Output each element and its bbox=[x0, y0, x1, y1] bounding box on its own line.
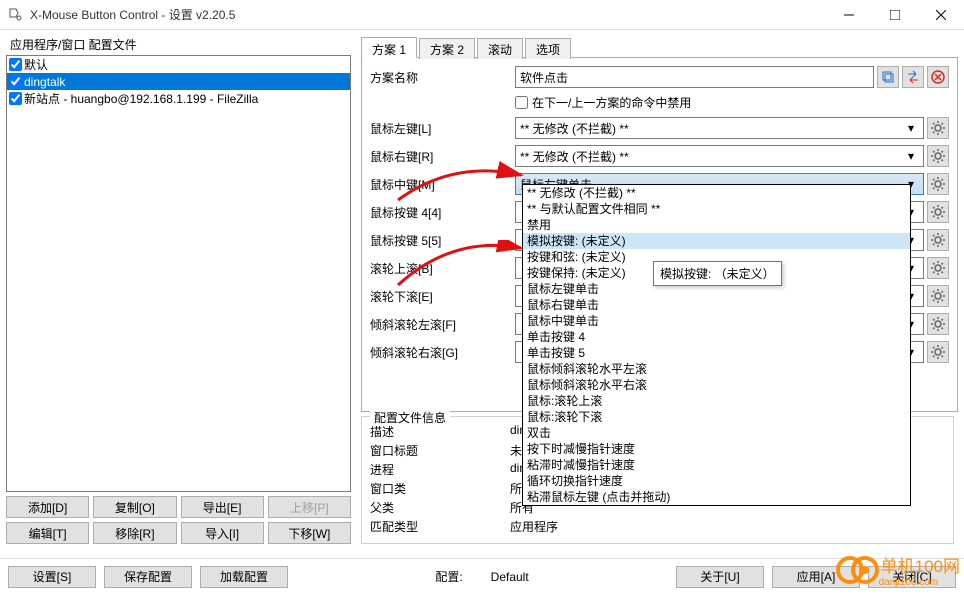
profile-label: 默认 bbox=[24, 56, 48, 73]
mouse-label-4: 鼠标按键 5[5] bbox=[370, 232, 515, 249]
config-value: Default bbox=[491, 570, 529, 584]
dropdown-item[interactable]: 双击 bbox=[523, 425, 910, 441]
gear-icon[interactable] bbox=[927, 257, 949, 279]
info-label: 窗口标题 bbox=[370, 442, 510, 459]
gear-icon[interactable] bbox=[927, 313, 949, 335]
moveup-button[interactable]: 上移[P] bbox=[268, 496, 351, 518]
mouse-combo-0[interactable]: ** 无修改 (不拦截) **▾ bbox=[515, 117, 924, 139]
gear-icon[interactable] bbox=[927, 173, 949, 195]
disable-in-next-prev-label: 在下一/上一方案的命令中禁用 bbox=[532, 94, 691, 111]
mouse-combo-1[interactable]: ** 无修改 (不拦截) **▾ bbox=[515, 145, 924, 167]
titlebar: X-Mouse Button Control - 设置 v2.20.5 bbox=[0, 0, 964, 30]
mouse-label-5: 滚轮上滚[B] bbox=[370, 260, 515, 277]
import-button[interactable]: 导入[I] bbox=[181, 522, 264, 544]
dropdown-item[interactable]: 循环切换指针速度 bbox=[523, 473, 910, 489]
dropdown-item[interactable]: 鼠标右键单击 bbox=[523, 297, 910, 313]
tab-3[interactable]: 选项 bbox=[525, 38, 571, 59]
mouse-label-8: 倾斜滚轮右滚[G] bbox=[370, 344, 515, 361]
profile-item[interactable]: 新站点 - huangbo@192.168.1.199 - FileZilla bbox=[7, 90, 350, 107]
dropdown-item[interactable]: 按下时减慢指针速度 bbox=[523, 441, 910, 457]
profile-info-legend: 配置文件信息 bbox=[370, 409, 450, 426]
info-label: 窗口类 bbox=[370, 480, 510, 497]
delete-scheme-icon[interactable] bbox=[927, 66, 949, 88]
copy-scheme-icon[interactable] bbox=[877, 66, 899, 88]
add-button[interactable]: 添加[D] bbox=[6, 496, 89, 518]
settings-button[interactable]: 设置[S] bbox=[8, 566, 96, 588]
edit-button[interactable]: 编辑[T] bbox=[6, 522, 89, 544]
gear-icon[interactable] bbox=[927, 341, 949, 363]
tab-2[interactable]: 滚动 bbox=[477, 38, 523, 59]
profile-checkbox[interactable] bbox=[9, 75, 22, 88]
profile-item[interactable]: 默认 bbox=[7, 56, 350, 73]
tab-1[interactable]: 方案 2 bbox=[419, 38, 475, 59]
disable-in-next-prev-checkbox[interactable] bbox=[515, 96, 528, 109]
dropdown-item[interactable]: 模拟按键: (未定义) bbox=[523, 233, 910, 249]
gear-icon[interactable] bbox=[927, 201, 949, 223]
swap-scheme-icon[interactable] bbox=[902, 66, 924, 88]
maximize-button[interactable] bbox=[872, 0, 918, 30]
info-value: 应用程序 bbox=[510, 518, 945, 535]
gear-icon[interactable] bbox=[927, 285, 949, 307]
info-label: 进程 bbox=[370, 461, 510, 478]
tooltip: 模拟按键: （未定义） bbox=[653, 261, 782, 286]
dropdown-item[interactable]: 单击按键 5 bbox=[523, 345, 910, 361]
dropdown-item[interactable]: 禁用 bbox=[523, 217, 910, 233]
gear-icon[interactable] bbox=[927, 229, 949, 251]
dropdown-list[interactable]: ** 无修改 (不拦截) **** 与默认配置文件相同 **禁用模拟按键: (未… bbox=[522, 184, 911, 506]
copy-button[interactable]: 复制[O] bbox=[93, 496, 176, 518]
dropdown-item[interactable]: 鼠标倾斜滚轮水平右滚 bbox=[523, 377, 910, 393]
dropdown-item[interactable]: 粘滞鼠标左键 (点击并拖动) bbox=[523, 489, 910, 505]
info-label: 匹配类型 bbox=[370, 518, 510, 535]
dropdown-item[interactable]: 鼠标中键单击 bbox=[523, 313, 910, 329]
scheme-name-input[interactable] bbox=[515, 66, 874, 88]
close-dialog-button[interactable]: 关闭[C] bbox=[868, 566, 956, 588]
about-button[interactable]: 关于[U] bbox=[676, 566, 764, 588]
mouse-label-0: 鼠标左键[L] bbox=[370, 120, 515, 137]
load-config-button[interactable]: 加载配置 bbox=[200, 566, 288, 588]
mouse-label-3: 鼠标按键 4[4] bbox=[370, 204, 515, 221]
profile-item[interactable]: dingtalk bbox=[7, 73, 350, 90]
dropdown-item[interactable]: 单击按键 4 bbox=[523, 329, 910, 345]
close-button[interactable] bbox=[918, 0, 964, 30]
gear-icon[interactable] bbox=[927, 117, 949, 139]
tabs: 方案 1方案 2滚动选项 bbox=[361, 36, 958, 58]
info-label: 父类 bbox=[370, 499, 510, 516]
profile-label: dingtalk bbox=[24, 75, 65, 89]
mouse-label-2: 鼠标中键[M] bbox=[370, 176, 515, 193]
scheme-name-label: 方案名称 bbox=[370, 69, 515, 86]
combo-text: ** 无修改 (不拦截) ** bbox=[520, 148, 903, 165]
bottom-bar: 设置[S] 保存配置 加载配置 配置: Default 关于[U] 应用[A] … bbox=[0, 558, 964, 594]
profile-list[interactable]: 默认 dingtalk新站点 - huangbo@192.168.1.199 - … bbox=[6, 55, 351, 492]
export-button[interactable]: 导出[E] bbox=[181, 496, 264, 518]
minimize-button[interactable] bbox=[826, 0, 872, 30]
profile-checkbox[interactable] bbox=[9, 58, 22, 71]
dropdown-item[interactable]: ** 与默认配置文件相同 ** bbox=[523, 201, 910, 217]
mouse-label-1: 鼠标右键[R] bbox=[370, 148, 515, 165]
app-icon bbox=[8, 7, 24, 23]
dropdown-item[interactable]: 粘滞时减慢指针速度 bbox=[523, 457, 910, 473]
mouse-label-7: 倾斜滚轮左滚[F] bbox=[370, 316, 515, 333]
movedown-button[interactable]: 下移[W] bbox=[268, 522, 351, 544]
config-label: 配置: bbox=[435, 568, 462, 585]
remove-button[interactable]: 移除[R] bbox=[93, 522, 176, 544]
window-title: X-Mouse Button Control - 设置 v2.20.5 bbox=[30, 6, 826, 23]
apply-button[interactable]: 应用[A] bbox=[772, 566, 860, 588]
profile-label: 新站点 - huangbo@192.168.1.199 - FileZilla bbox=[24, 90, 258, 107]
dropdown-item[interactable]: 鼠标:滚轮下滚 bbox=[523, 409, 910, 425]
combo-text: ** 无修改 (不拦截) ** bbox=[520, 120, 903, 137]
dropdown-item[interactable]: 鼠标倾斜滚轮水平左滚 bbox=[523, 361, 910, 377]
dropdown-item[interactable]: ** 无修改 (不拦截) ** bbox=[523, 185, 910, 201]
tab-0[interactable]: 方案 1 bbox=[361, 37, 417, 58]
save-config-button[interactable]: 保存配置 bbox=[104, 566, 192, 588]
profiles-group-label: 应用程序/窗口 配置文件 bbox=[6, 36, 351, 53]
gear-icon[interactable] bbox=[927, 145, 949, 167]
chevron-down-icon: ▾ bbox=[903, 121, 919, 135]
mouse-label-6: 滚轮下滚[E] bbox=[370, 288, 515, 305]
chevron-down-icon: ▾ bbox=[903, 149, 919, 163]
profile-checkbox[interactable] bbox=[9, 92, 22, 105]
dropdown-item[interactable]: 鼠标:滚轮上滚 bbox=[523, 393, 910, 409]
